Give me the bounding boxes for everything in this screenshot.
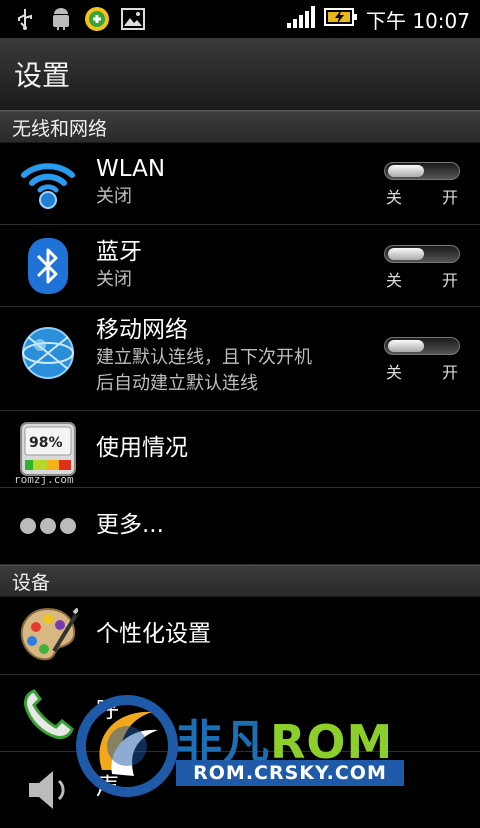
row-label: 更多... [96,512,164,538]
toggle-on-label: 开 [441,271,458,290]
section-header-device: 设备 [0,565,480,597]
toggle-knob [388,165,424,177]
crsky-url: ROM.CRSKY.COM [176,760,404,786]
toggle-on-label: 开 [441,188,458,207]
crsky-logo-icon [72,690,182,800]
globe-icon [18,323,78,383]
crsky-watermark: 非凡ROM ROM.CRSKY.COM [72,690,412,800]
image-icon [120,6,146,32]
settings-row-wlan[interactable]: WLAN 关闭 关开 [0,142,480,225]
row-status: 关闭 [96,186,132,207]
usb-icon [12,6,38,32]
speaker-icon [18,760,78,820]
bluetooth-toggle[interactable]: 关开 [384,245,460,291]
signal-icon [286,5,316,33]
section-header-wireless: 无线和网络 [0,111,480,143]
android-debug-icon [48,6,74,32]
status-bar: 下午 10:07 [0,0,480,38]
palette-icon [18,605,78,665]
section-label: 无线和网络 [12,117,108,140]
toggle-track [384,162,460,180]
toggle-off-label: 关 [386,363,403,382]
toggle-track [384,337,460,355]
more-dots-icon [18,496,78,556]
settings-row-mobile-network[interactable]: 移动网络 建立默认连线，且下次开机 后自动建立默认连线 关开 [0,307,480,411]
row-label: WLAN [96,156,166,182]
gauge-text: 98% [29,435,63,451]
toggle-off-label: 关 [386,271,403,290]
settings-row-bluetooth[interactable]: 蓝牙 关闭 关开 [0,225,480,307]
phone-icon [18,683,78,743]
settings-row-more[interactable]: 更多... [0,488,480,565]
row-description-line1: 建立默认连线，且下次开机 [96,347,312,368]
settings-row-personalize[interactable]: 个性化设置 [0,596,480,675]
row-description-line2: 后自动建立默认连线 [96,373,258,394]
row-label: 个性化设置 [96,621,211,647]
section-label: 设备 [12,571,51,594]
toggle-track [384,245,460,263]
title-bar: 设置 [0,38,480,111]
wifi-icon [18,153,78,213]
battery-charging-icon [324,6,358,32]
mobile-network-toggle[interactable]: 关开 [384,337,460,383]
row-label: 蓝牙 [96,239,142,265]
wlan-toggle[interactable]: 关开 [384,162,460,208]
toggle-knob [388,248,424,260]
app-notification-icon [84,6,110,32]
toggle-knob [388,340,424,352]
toggle-off-label: 关 [386,188,403,207]
toggle-on-label: 开 [441,363,458,382]
clock: 下午 10:07 [366,8,470,33]
row-label: 移动网络 [96,317,188,343]
row-status: 关闭 [96,269,132,290]
watermark-romzj: romzj.com [14,473,74,486]
page-title: 设置 [14,59,71,92]
gauge-icon: 98% [18,419,78,479]
bluetooth-icon [18,236,78,296]
row-label: 使用情况 [96,435,188,461]
